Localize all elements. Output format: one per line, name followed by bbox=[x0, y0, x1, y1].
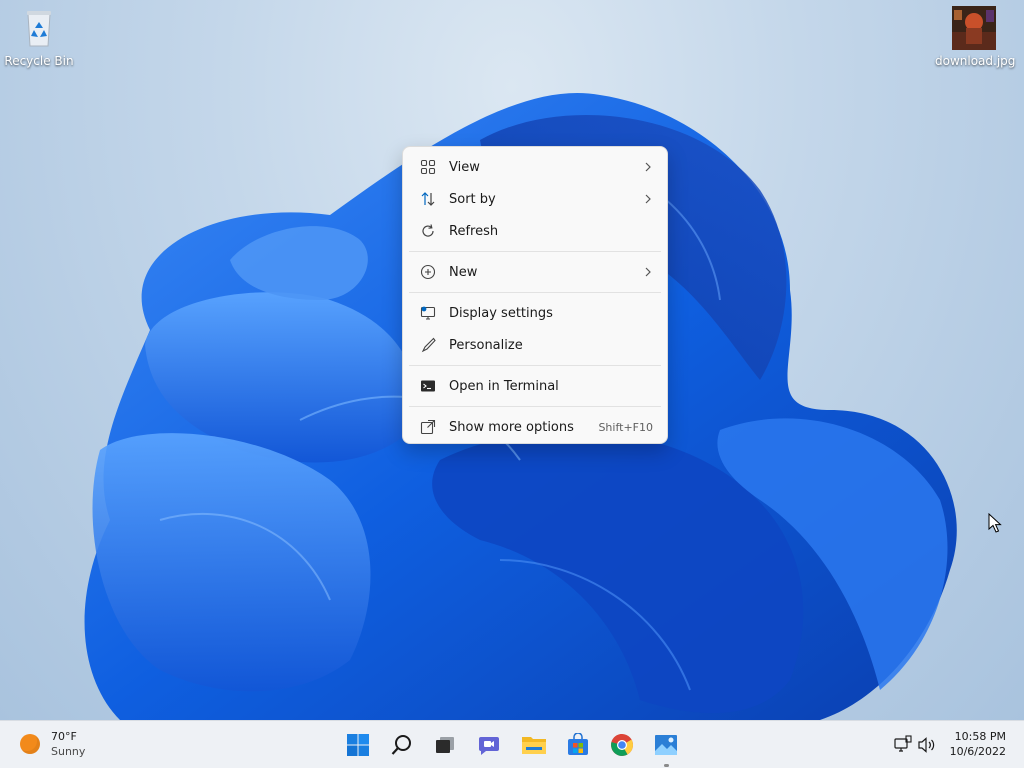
volume-icon[interactable] bbox=[917, 735, 937, 755]
menu-separator bbox=[409, 365, 661, 366]
menu-item-label: Open in Terminal bbox=[449, 378, 559, 394]
search-icon bbox=[391, 735, 411, 755]
grid-view-icon bbox=[419, 158, 437, 176]
menu-item-label: Refresh bbox=[449, 223, 499, 239]
terminal-icon bbox=[419, 377, 437, 395]
menu-item-label: Personalize bbox=[449, 337, 523, 353]
monitor-settings-icon bbox=[419, 304, 437, 322]
menu-item-label: Display settings bbox=[449, 305, 553, 321]
chevron-right-icon bbox=[645, 267, 651, 277]
taskbar: 70°F Sunny 10:58 PM 10/6/2022 bbox=[0, 720, 1024, 768]
sun-icon bbox=[20, 734, 40, 754]
system-tray bbox=[893, 735, 941, 755]
search-button[interactable] bbox=[386, 729, 418, 761]
menu-item-sort-by[interactable]: Sort by bbox=[407, 183, 663, 215]
desktop-icon-recycle-bin[interactable]: Recycle Bin bbox=[0, 6, 78, 68]
menu-item-personalize[interactable]: Personalize bbox=[407, 329, 663, 361]
plus-circle-icon bbox=[419, 263, 437, 281]
chrome-button[interactable] bbox=[606, 729, 638, 761]
menu-item-label: Sort by bbox=[449, 191, 496, 207]
menu-separator bbox=[409, 292, 661, 293]
refresh-icon bbox=[419, 222, 437, 240]
clock-time: 10:58 PM bbox=[954, 730, 1006, 743]
image-thumbnail-icon bbox=[952, 6, 996, 50]
start-button[interactable] bbox=[342, 729, 374, 761]
keyboard-shortcut: Shift+F10 bbox=[598, 420, 653, 434]
running-indicator bbox=[664, 764, 669, 767]
chevron-right-icon bbox=[645, 194, 651, 204]
windows-start-icon bbox=[347, 734, 369, 756]
menu-item-open-in-terminal[interactable]: Open in Terminal bbox=[407, 370, 663, 402]
clock-date: 10/6/2022 bbox=[949, 745, 1006, 758]
microsoft-store-button[interactable] bbox=[562, 729, 594, 761]
weather-condition: Sunny bbox=[51, 745, 86, 758]
weather-temperature: 70°F bbox=[51, 730, 77, 743]
expand-icon bbox=[419, 418, 437, 436]
menu-item-new[interactable]: New bbox=[407, 256, 663, 288]
menu-separator bbox=[409, 251, 661, 252]
file-explorer-button[interactable] bbox=[518, 729, 550, 761]
task-view-icon bbox=[436, 737, 454, 753]
recycle-bin-icon bbox=[27, 11, 51, 47]
photos-button[interactable] bbox=[650, 729, 682, 761]
desktop-icon-download-jpg[interactable]: download.jpg bbox=[935, 6, 1016, 68]
menu-item-view[interactable]: View bbox=[407, 151, 663, 183]
network-icon[interactable] bbox=[893, 735, 913, 755]
desktop-icon-label: download.jpg bbox=[935, 54, 1016, 68]
brush-icon bbox=[419, 336, 437, 354]
chevron-right-icon bbox=[645, 162, 651, 172]
desktop-icon-label: Recycle Bin bbox=[4, 54, 74, 68]
weather-widget[interactable]: 70°F Sunny bbox=[20, 729, 85, 759]
menu-item-display-settings[interactable]: Display settings bbox=[407, 297, 663, 329]
chat-icon bbox=[479, 737, 499, 755]
clock[interactable]: 10:58 PM 10/6/2022 bbox=[950, 729, 1006, 759]
menu-item-label: View bbox=[449, 159, 480, 175]
sort-arrows-icon bbox=[419, 190, 437, 208]
menu-item-label: Show more options bbox=[449, 419, 574, 435]
task-view-button[interactable] bbox=[429, 729, 461, 761]
menu-item-label: New bbox=[449, 264, 478, 280]
chat-button[interactable] bbox=[473, 729, 505, 761]
menu-item-show-more-options[interactable]: Show more options Shift+F10 bbox=[407, 411, 663, 443]
chrome-icon bbox=[611, 734, 633, 756]
mouse-cursor-icon bbox=[988, 513, 1002, 533]
menu-separator bbox=[409, 406, 661, 407]
desktop[interactable]: Recycle Bin download.jpg View Sort by Re… bbox=[0, 0, 1024, 720]
photos-icon bbox=[655, 735, 677, 755]
folder-icon bbox=[522, 737, 546, 754]
menu-item-refresh[interactable]: Refresh bbox=[407, 215, 663, 247]
desktop-context-menu: View Sort by Refresh New Display setting… bbox=[402, 146, 668, 444]
store-icon bbox=[568, 733, 588, 755]
